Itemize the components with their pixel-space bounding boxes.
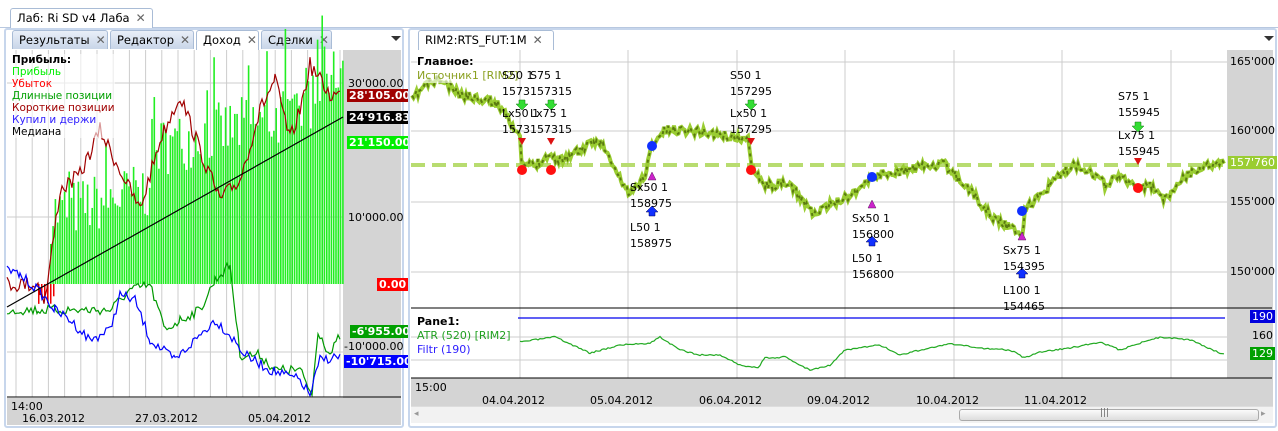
trade-label: S75 1 157315	[530, 69, 572, 98]
trade-label: Lx75 1 157315	[530, 107, 572, 136]
price-axis-label: 150'000	[1230, 265, 1276, 278]
time-label: 15:00	[415, 381, 447, 394]
last-price-tag: 157'760	[1228, 156, 1278, 169]
entry-marker	[1017, 206, 1027, 216]
entry-marker	[867, 172, 877, 182]
pane-axis-label: 160	[1252, 329, 1273, 342]
filtr-label: Filtr (190)	[417, 343, 471, 356]
entry-marker	[647, 141, 657, 151]
price-line	[410, 74, 1226, 241]
price-chart	[410, 50, 1272, 379]
date-label: 04.04.2012	[482, 394, 545, 407]
price-axis-label: 160'000	[1230, 124, 1276, 137]
trade-label: L50 1 156800	[852, 252, 894, 281]
date-label: 05.04.2012	[590, 394, 653, 407]
trade-label: Sx50 1 156800	[852, 212, 894, 241]
date-label: 09.04.2012	[807, 394, 870, 407]
atr-line	[519, 335, 1225, 371]
exit-marker	[746, 165, 756, 175]
trade-label: Lx50 1 157295	[730, 107, 772, 136]
exit-marker	[517, 165, 527, 175]
trade-label: L100 1 154465	[1003, 284, 1045, 313]
exit-marker	[1133, 183, 1143, 193]
trade-label: Sx75 1 154395	[1003, 244, 1045, 273]
pane-title: Главное:	[417, 55, 474, 68]
atr-tag: 129	[1250, 347, 1275, 360]
atr-label: ATR (520) [RIM2]	[417, 329, 511, 342]
exit-triangle-icon	[547, 138, 555, 145]
date-label: 06.04.2012	[699, 394, 762, 407]
cover-triangle-icon	[647, 171, 657, 181]
date-label: 10.04.2012	[916, 394, 979, 407]
trade-label: L50 1 158975	[630, 221, 672, 250]
trade-label: S50 1 157295	[730, 69, 772, 98]
price-axis-label: 165'000	[1230, 55, 1276, 68]
price-axis-label: 155'000	[1230, 195, 1276, 208]
cover-triangle-icon	[867, 199, 877, 209]
trade-label: S50 1 1573	[502, 69, 534, 98]
exit-marker	[546, 165, 556, 175]
trade-label: Lx75 1 155945	[1118, 129, 1160, 158]
trade-label: Sx50 1 158975	[630, 181, 672, 210]
trade-label: S75 1 155945	[1118, 90, 1160, 119]
date-label: 11.04.2012	[1024, 394, 1087, 407]
filtr-tag: 190	[1250, 310, 1275, 323]
pane1-legend: Pane1: ATR (520) [RIM2] Filtr (190)	[417, 315, 511, 357]
pane-title: Pane1:	[417, 315, 460, 328]
